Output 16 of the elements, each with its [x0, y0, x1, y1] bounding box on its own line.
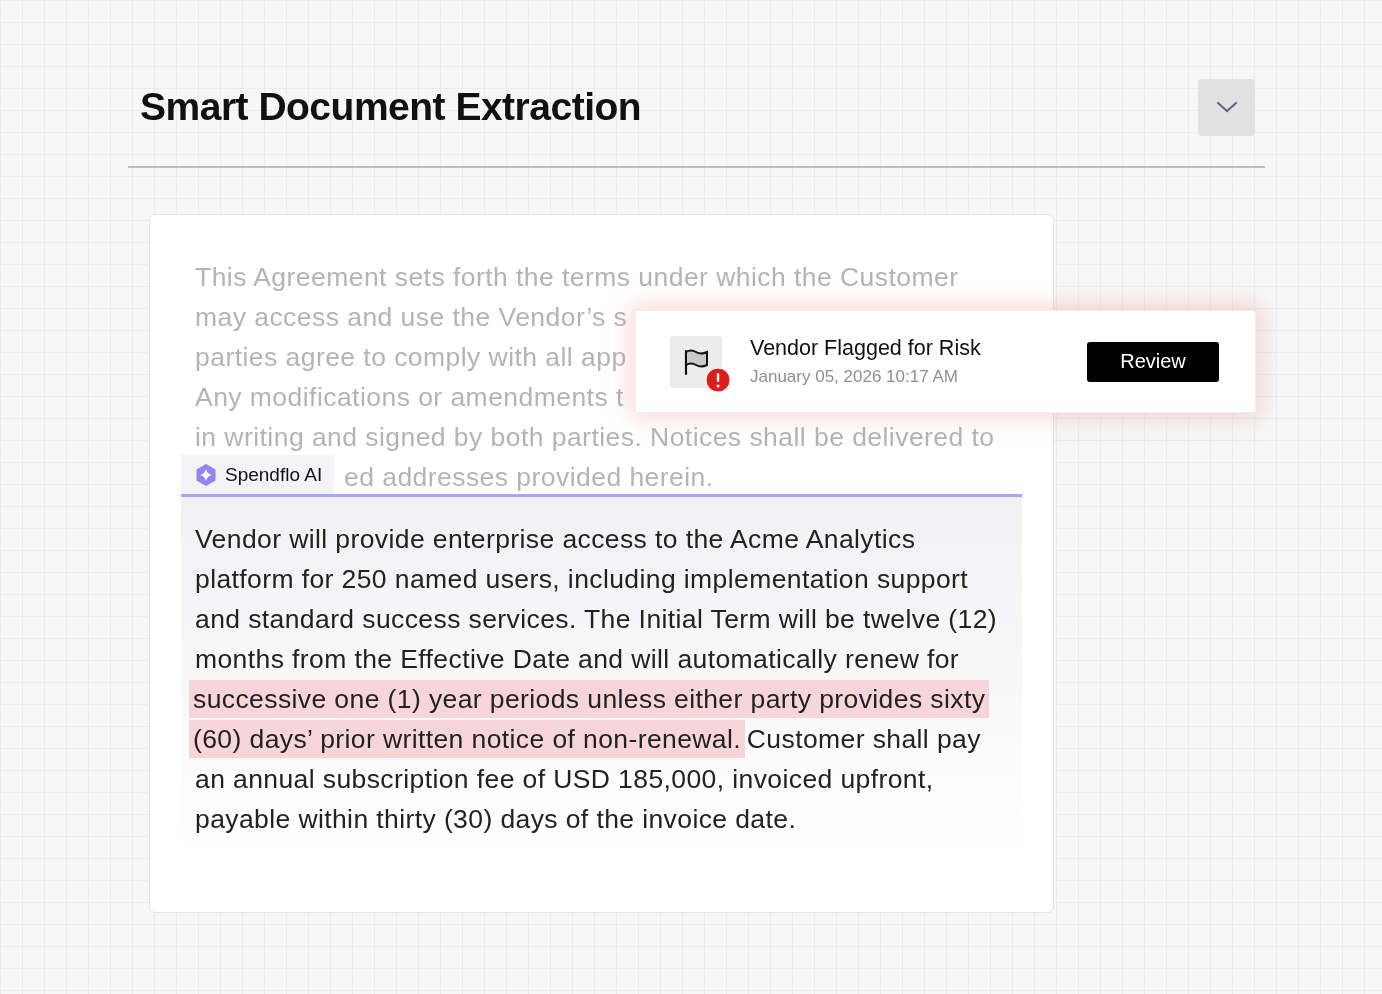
- review-button[interactable]: Review: [1087, 341, 1219, 382]
- document-text: Any modifications or amendments t: [195, 382, 624, 412]
- flag-icon: [670, 335, 722, 388]
- contract-excerpt: Vendor will provide enterprise access to the Acme Analytics platform for 250 named users, including implementation support and standard success services. The Initial Term will be twelve (12) months from the Effective Date and will automatically renew for successive one (1) year periods unless either party provides sixty (60) days’ prior written notice of non-renewal. Customer shall pay an annual subscription fee of USD 185,000, invoiced upfront, payable within thirty (30) days of the invoice date.: [187, 519, 1018, 839]
- document-text: may access and use the Vendor’s s: [195, 302, 628, 332]
- dropdown-button[interactable]: [1198, 78, 1255, 136]
- document-text: ed addresses provided herein.: [344, 462, 714, 492]
- document-text: This Agreement sets forth the terms under which the Customer: [195, 262, 959, 292]
- tag-label: Spendflo AI: [225, 463, 323, 486]
- page-title: Smart Document Extraction: [140, 85, 642, 129]
- document-text: parties agree to comply with all app: [195, 342, 627, 372]
- notification-title: Vendor Flagged for Risk: [750, 336, 982, 361]
- chevron-down-icon: [1215, 100, 1238, 114]
- notification-timestamp: January 05, 2026 10:17 AM: [750, 367, 959, 387]
- sparkle-icon: [194, 462, 218, 487]
- document-text: in writing and signed by both parties. Notices shall be delivered to: [195, 422, 995, 452]
